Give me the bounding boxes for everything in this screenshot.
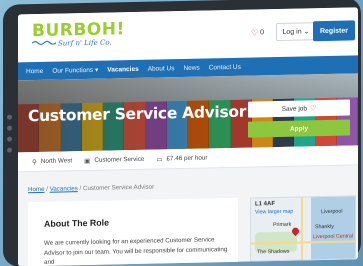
view-larger-map-link[interactable]: View larger map <box>255 209 293 216</box>
briefcase-icon: ▣ <box>84 157 91 165</box>
side-button <box>7 114 12 120</box>
favourites-count: 0 <box>260 28 265 36</box>
logo-subtitle: Surf n' Life Co. <box>58 38 112 48</box>
money-icon: ▭ <box>156 155 163 164</box>
map-label-liverpool-central: Liverpool Central <box>313 233 354 241</box>
location-map[interactable]: L1 4AF View larger map Liverpool Primark… <box>250 195 356 262</box>
map-label-shadows: The Shadows <box>257 248 290 256</box>
save-job-button[interactable]: Save job ♡ <box>248 99 350 118</box>
about-role-card: About The Role We are currently looking … <box>28 197 238 266</box>
heart-icon: ♡ <box>310 105 317 113</box>
site-header: BURBOH! Surf n' Life Co. ♡ 0 Log in ⌄ Re… <box>18 7 358 63</box>
side-button <box>7 125 12 131</box>
favourites-button[interactable]: ♡ 0 <box>251 23 273 41</box>
about-role-text: We are currently looking for an experien… <box>44 236 228 266</box>
breadcrumb-current: Customer Service Advisor <box>82 183 155 193</box>
login-button[interactable]: Log in ⌄ <box>276 22 316 42</box>
salary-text: £7.46 per hour <box>166 154 208 163</box>
save-job-label: Save job <box>281 104 307 113</box>
browser-screen: BURBOH! Surf n' Life Co. ♡ 0 Log in ⌄ Re… <box>18 7 358 266</box>
category-text: Customer Service <box>94 155 145 164</box>
location-text: North West <box>40 157 73 165</box>
heart-icon: ♡ <box>251 27 259 38</box>
logo-title: BURBOH! <box>32 19 125 42</box>
map-road <box>301 197 303 262</box>
nav-item-label: Our Functions <box>52 66 94 75</box>
breadcrumb-vacancies[interactable]: Vacancies <box>50 185 78 193</box>
job-category: ▣ Customer Service <box>84 155 145 165</box>
nav-item-news[interactable]: News <box>183 64 199 71</box>
chevron-down-icon: ▾ <box>94 66 99 74</box>
tablet-side-buttons <box>5 114 15 158</box>
nav-item-contact-us[interactable]: Contact Us <box>209 63 241 71</box>
about-role-title: About The Role <box>44 217 109 229</box>
side-button <box>7 147 12 153</box>
breadcrumb-home[interactable]: Home <box>28 186 45 193</box>
site-logo[interactable]: BURBOH! Surf n' Life Co. <box>32 19 125 53</box>
map-postcode: L1 4AF <box>255 201 276 208</box>
breadcrumb: Home / Vacancies / Customer Service Advi… <box>28 184 154 194</box>
register-button[interactable]: Register <box>313 20 355 42</box>
nav-item-our-functions[interactable]: Our Functions ▾ <box>52 66 98 75</box>
chevron-down-icon: ⌄ <box>303 28 310 36</box>
job-salary: ▭ £7.46 per hour <box>156 154 207 163</box>
map-label-primark: Primark <box>273 221 292 229</box>
map-label-liverpool: Liverpool <box>321 208 343 216</box>
side-button <box>7 136 12 142</box>
job-location: ⚲ North West <box>32 157 73 166</box>
tablet-frame: BURBOH! Surf n' Life Co. ♡ 0 Log in ⌄ Re… <box>3 0 361 266</box>
apply-button[interactable]: Apply <box>248 119 350 138</box>
login-label: Log in <box>282 27 302 36</box>
nav-item-vacancies[interactable]: Vacancies <box>107 65 138 73</box>
nav-item-about-us[interactable]: About Us <box>148 65 175 73</box>
nav-item-home[interactable]: Home <box>26 67 43 74</box>
location-pin-icon: ⚲ <box>32 158 37 166</box>
map-label-shankly: Shankly <box>315 223 334 231</box>
hero-banner: Customer Service Advisor Save job ♡ Appl… <box>18 73 358 153</box>
wave-icon <box>32 40 56 46</box>
